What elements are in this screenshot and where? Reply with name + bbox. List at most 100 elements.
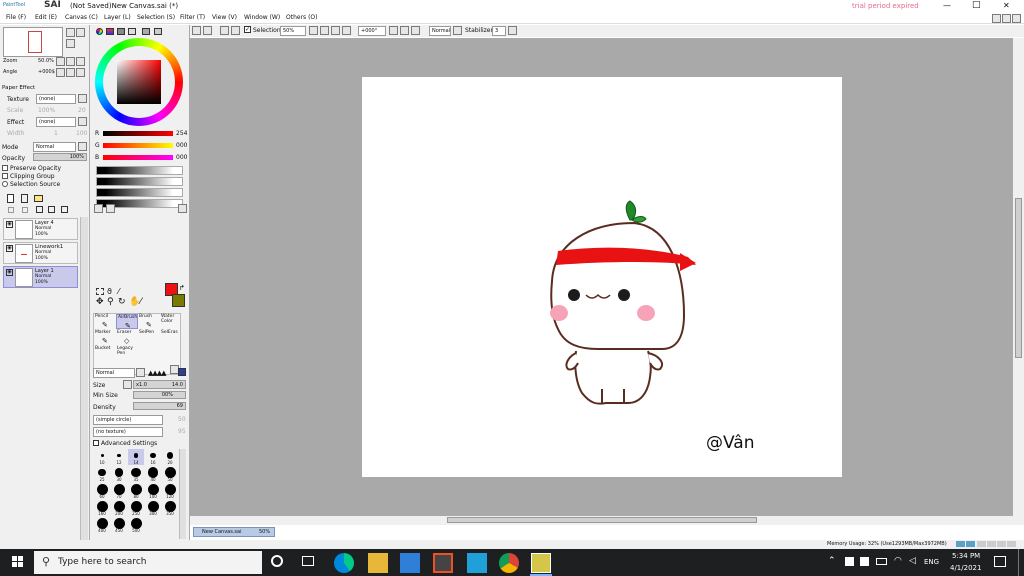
effect-select[interactable]: (none) (36, 117, 76, 127)
g-slider[interactable] (103, 143, 173, 148)
status-icon[interactable] (977, 541, 986, 547)
layer-item[interactable]: ◉ Linework1 Normal 100% (3, 242, 78, 264)
brush-size-option[interactable]: 60 (94, 483, 110, 499)
layer-item-active[interactable]: ◉ Layer 1 Normal 100% (3, 266, 78, 288)
tray-icon[interactable] (860, 557, 869, 566)
layer-item[interactable]: ◉ Layer 4 Normal 100% (3, 218, 78, 240)
brush-size-option[interactable]: 300 (145, 500, 161, 516)
rotate-reset-button[interactable] (411, 26, 420, 35)
vertical-scrollbar[interactable] (1013, 38, 1024, 516)
move-icon[interactable]: ✥ (96, 298, 104, 307)
brush-size-option[interactable]: 10 (94, 449, 110, 465)
menu-view[interactable]: View (V) (212, 14, 237, 21)
mode-dropdown[interactable] (78, 142, 87, 151)
menu-filter[interactable]: Filter (T) (180, 14, 205, 21)
eye-icon[interactable]: ◉ (6, 221, 13, 228)
status-icon[interactable] (987, 541, 996, 547)
brush-size-option[interactable]: 160 (94, 500, 110, 516)
deselect-button[interactable] (192, 26, 201, 35)
brush-size-option[interactable]: 30 (111, 466, 127, 482)
brush-size-option[interactable]: 25 (94, 466, 110, 482)
opacity-slider[interactable]: 100% (33, 153, 87, 161)
tool-eraser[interactable]: Eraser ◇ (116, 330, 138, 345)
zoom-in-button[interactable] (320, 26, 329, 35)
battery-icon[interactable] (876, 558, 887, 565)
horizontal-scroll-thumb[interactable] (447, 517, 757, 523)
brush-shape-select[interactable]: (simple circle) (93, 415, 163, 425)
tool-brush[interactable]: Brush ✎ (138, 314, 160, 329)
eyedropper-icon[interactable]: ⁄ (140, 298, 142, 307)
hand-icon[interactable]: ✋ (129, 298, 140, 307)
tray-icon[interactable] (845, 557, 854, 566)
size-mult-dropdown[interactable] (123, 380, 132, 389)
taskbar-search[interactable]: ⚲ Type here to search (34, 551, 262, 574)
nav-zoom-plus[interactable] (66, 57, 75, 66)
angle-select[interactable]: +000° (358, 26, 386, 36)
menu-layer[interactable]: Layer (L) (104, 14, 131, 21)
doc-minimize-button[interactable] (992, 14, 1001, 23)
show-desktop-button[interactable] (1018, 549, 1019, 576)
brush-shape-selected-icon[interactable] (178, 368, 186, 376)
scratchpad-tab-icon[interactable] (154, 28, 162, 35)
brush-blend-dropdown[interactable] (136, 368, 145, 377)
nav-rotate-reset[interactable] (76, 68, 85, 77)
language-indicator[interactable]: ENG (924, 558, 939, 566)
swatches-tab-icon[interactable] (142, 28, 150, 35)
edge-icon[interactable] (334, 553, 354, 573)
invert-selection-button[interactable] (203, 26, 212, 35)
notifications-icon[interactable] (994, 556, 1006, 567)
mixer-tab-icon[interactable] (128, 28, 136, 35)
swap-colors-icon[interactable]: ↱ (179, 284, 185, 292)
brush-size-option[interactable]: 12 (111, 449, 127, 465)
tool-legacy-pen[interactable]: Legacy Pen (116, 346, 138, 361)
minimize-button[interactable]: — (943, 1, 951, 10)
select-rect-icon[interactable] (96, 288, 104, 295)
tool-airbrush-selected[interactable]: AirBrush ✎ (116, 314, 138, 330)
paint-tool-sai-icon[interactable] (531, 553, 551, 573)
nav-zoom-out-button[interactable] (76, 28, 85, 37)
transform-button[interactable] (231, 26, 240, 35)
selection-checkbox[interactable]: ✓ (244, 26, 251, 33)
vertical-scroll-thumb[interactable] (1015, 198, 1022, 358)
brush-size-option[interactable]: 20 (162, 449, 178, 465)
stabilizer-select[interactable]: 3 (492, 26, 506, 36)
secondary-color-swatch[interactable] (172, 294, 185, 307)
brush-texture-select[interactable]: (no texture) (93, 427, 163, 437)
swatch-add-button[interactable] (94, 204, 103, 213)
flip-button[interactable] (453, 26, 462, 35)
advanced-settings-toggle[interactable] (93, 440, 99, 446)
delete-layer-icon[interactable] (48, 206, 55, 213)
doc-close-button[interactable] (1012, 14, 1021, 23)
brush-size-option[interactable]: 500 (128, 517, 144, 533)
show-hidden-icons[interactable]: ⌃ (828, 556, 836, 566)
brush-size-option[interactable]: 16 (145, 449, 161, 465)
menu-canvas[interactable]: Canvas (C) (65, 14, 98, 21)
apply-mask-icon[interactable] (61, 206, 68, 213)
brush-size-option[interactable]: 14 (128, 449, 144, 465)
color-wheel[interactable] (95, 38, 183, 126)
tool-pencil[interactable]: Pencil ✎ (94, 314, 116, 329)
wifi-icon[interactable]: ◠ (894, 556, 902, 566)
zoom-select[interactable]: 50% (280, 26, 306, 36)
clipping-group-checkbox[interactable] (2, 173, 8, 179)
drawing-canvas[interactable]: @Vân (362, 77, 842, 477)
brush-blend-select[interactable]: Normal (93, 368, 135, 378)
eye-icon[interactable]: ◉ (6, 245, 13, 252)
swatch-row[interactable] (96, 166, 183, 175)
windows-start-icon[interactable] (12, 556, 24, 568)
brush-size-option[interactable]: 450 (111, 517, 127, 533)
zoom-reset-button[interactable] (331, 26, 340, 35)
texture-dropdown[interactable] (78, 94, 87, 103)
clear-layer-icon[interactable] (36, 206, 43, 213)
hsv-slider-tab-icon[interactable] (117, 28, 125, 35)
clear-button[interactable] (220, 26, 229, 35)
clock-date[interactable]: 4/1/2021 (950, 564, 981, 572)
nav-rotate-right[interactable] (66, 68, 75, 77)
menu-others[interactable]: Others (O) (286, 14, 317, 21)
maximize-button[interactable]: □ (972, 0, 981, 10)
file-explorer-icon[interactable] (368, 553, 388, 573)
new-linework-icon[interactable] (21, 194, 28, 203)
chrome-icon[interactable] (499, 553, 519, 573)
saturation-value-square[interactable] (117, 60, 161, 104)
rotate-tool-icon[interactable]: ↻ (118, 298, 126, 307)
